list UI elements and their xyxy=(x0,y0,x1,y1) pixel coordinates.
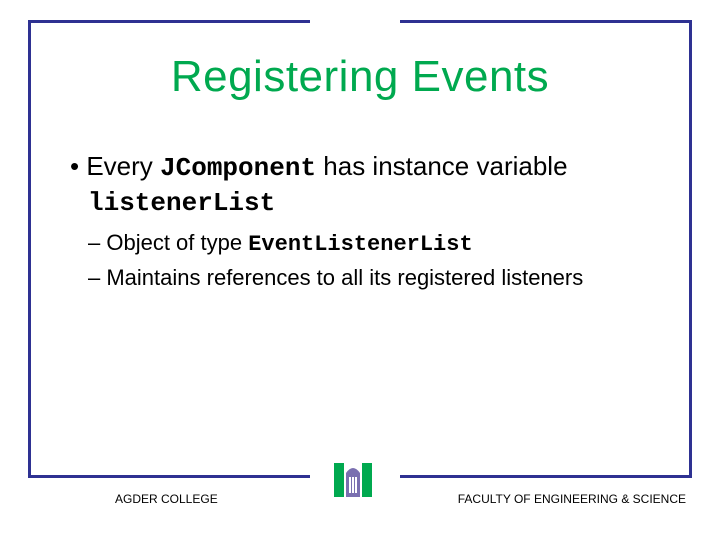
text: has instance variable xyxy=(316,151,567,181)
dash: – xyxy=(88,265,106,290)
frame-rule xyxy=(28,475,310,478)
text: Every xyxy=(86,151,160,181)
slide-title: Registering Events xyxy=(60,52,660,102)
footer-left-text: AGDER COLLEGE xyxy=(115,492,218,506)
code-text: listenerList xyxy=(88,188,275,218)
slide-footer: AGDER COLLEGE FACULTY OF ENGINEERING & S… xyxy=(0,482,720,522)
bullet-level-2: – Maintains references to all its regist… xyxy=(70,264,660,293)
slide-body: • Every JComponent has instance variable… xyxy=(70,150,660,292)
text: Object of type xyxy=(106,230,248,255)
footer-right-text: FACULTY OF ENGINEERING & SCIENCE xyxy=(458,492,686,506)
code-text: JComponent xyxy=(160,153,316,183)
bullet-level-2: – Object of type EventListenerList xyxy=(70,229,660,260)
frame-rule xyxy=(400,475,692,478)
frame-rule xyxy=(400,20,692,23)
text: Maintains references to all its register… xyxy=(106,265,583,290)
frame-rule xyxy=(28,20,310,23)
dash: – xyxy=(88,230,106,255)
frame-rule xyxy=(28,20,31,478)
frame-rule xyxy=(689,20,692,478)
bullet-dot: • xyxy=(70,151,86,181)
bullet-level-1: • Every JComponent has instance variable… xyxy=(70,150,660,219)
code-text: EventListenerList xyxy=(248,232,472,257)
slide: Registering Events • Every JComponent ha… xyxy=(0,0,720,540)
